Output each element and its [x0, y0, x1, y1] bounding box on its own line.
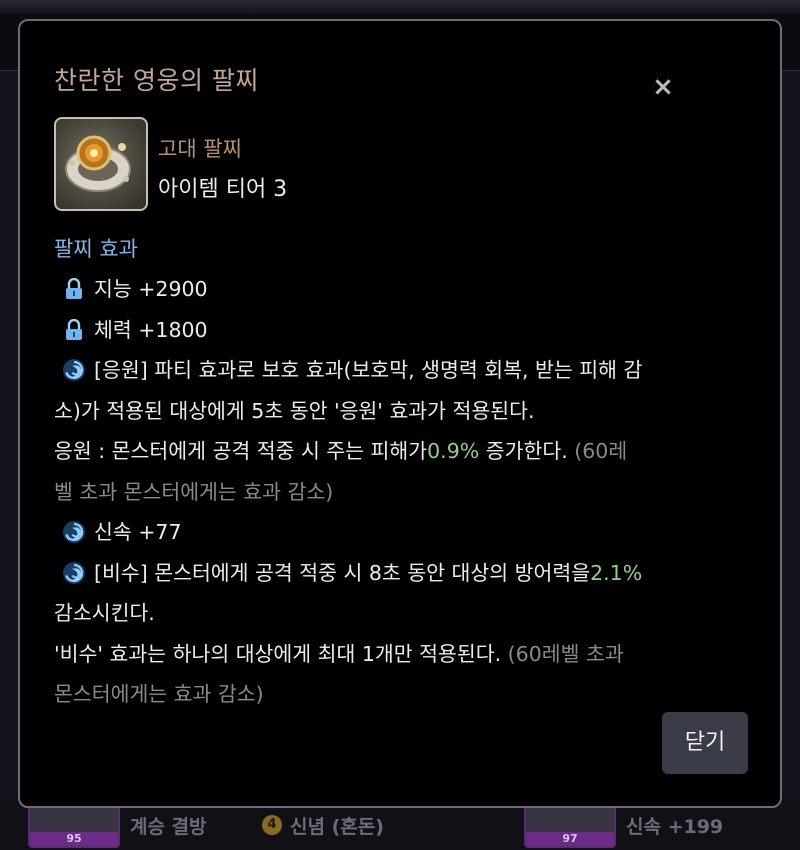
swirl-icon: [54, 520, 94, 544]
effect-secret-line-2: 감소시킨다.: [54, 593, 754, 634]
effect-text: 응원 : 몬스터에게 공격 적중 시 주는 피해가: [54, 439, 428, 463]
effect-note: 몬스터에게는 효과 감소): [54, 682, 264, 706]
effect-stat-vitality: 체력 +1800: [54, 310, 754, 351]
effect-support-line-1: [응원] 파티 효과로 보호 효과(보호막, 생명력 회복, 받는 피해 감: [54, 350, 754, 391]
effect-text: 감소시킨다.: [54, 601, 155, 625]
item-tier: 아이템 티어 3: [158, 177, 288, 202]
effect-text: '비수' 효과는 하나의 대상에게 최대 1개만 적용된다.: [54, 641, 508, 666]
effect-text: 지능 +2900: [94, 277, 208, 301]
effect-text: 신속 +77: [94, 520, 182, 544]
lock-icon: [54, 318, 94, 341]
item-tooltip-dialog: 찬란한 영웅의 팔찌 × 고대 팔찌 아이템 티어 3 팔찌 효과 지능 +29…: [18, 19, 782, 808]
item-type: 고대 팔찌: [158, 137, 242, 161]
lock-icon: [54, 278, 94, 300]
effect-support-line-3: 응원 : 몬스터에게 공격 적중 시 주는 피해가 0.9% 증가한다. (60…: [54, 431, 754, 472]
background-item-thumbnail: 97: [524, 802, 616, 848]
background-item-thumbnail: 95: [28, 802, 120, 848]
background-item-text: 신속 +199: [626, 815, 724, 838]
bracelet-icon: [54, 117, 148, 211]
effect-note: (60레: [574, 439, 628, 463]
effect-note: 벨 초과 몬스터에게는 효과 감소): [54, 479, 334, 504]
effect-note: (60레벨 초과: [507, 641, 624, 666]
background-item-text: 신념 (혼돈): [290, 815, 384, 838]
swirl-icon: [54, 561, 94, 585]
background-item-level: 95: [30, 832, 118, 846]
effect-secret-line-3: '비수' 효과는 하나의 대상에게 최대 1개만 적용된다. (60레벨 초과: [54, 634, 754, 675]
effect-secret-line-1: [비수] 몬스터에게 공격 적중 시 8초 동안 대상의 방어력을 2.1%: [54, 553, 754, 594]
effect-support-line-4: 벨 초과 몬스터에게는 효과 감소): [54, 472, 754, 513]
effect-secret-line-4: 몬스터에게는 효과 감소): [54, 674, 754, 715]
background-item-text: 계승 결방: [130, 815, 207, 838]
effect-support-line-2: 소)가 적용된 대상에게 5초 동안 '응원' 효과가 적용된다.: [54, 391, 754, 432]
effect-text: [비수] 몬스터에게 공격 적중 시 8초 동안 대상의 방어력을: [94, 560, 591, 585]
close-icon[interactable]: ×: [652, 74, 674, 100]
background-item-level: 97: [526, 832, 614, 846]
effect-text: 체력 +1800: [94, 317, 208, 342]
effect-text: 증가한다.: [479, 439, 575, 463]
effect-stat-intelligence: 지능 +2900: [54, 269, 754, 310]
background-top-bar: [0, 0, 800, 14]
swirl-icon: [54, 358, 94, 382]
background-item-badge: 4: [262, 815, 282, 835]
effects-list: 지능 +2900 체력 +1800 [응원] 파티 효과로 보호 효과(보호막,…: [54, 269, 754, 715]
effect-text: [응원] 파티 효과로 보호 효과(보호막, 생명력 회복, 받는 피해 감: [94, 358, 643, 382]
close-button[interactable]: 닫기: [662, 712, 748, 774]
effect-value: 2.1%: [590, 560, 643, 585]
effect-text: 소)가 적용된 대상에게 5초 동안 '응원' 효과가 적용된다.: [54, 398, 535, 423]
dialog-title: 찬란한 영웅의 팔찌: [54, 66, 259, 95]
effects-section-title: 팔찌 효과: [54, 237, 138, 261]
effect-value: 0.9%: [427, 439, 480, 463]
effect-swiftness: 신속 +77: [54, 512, 754, 553]
